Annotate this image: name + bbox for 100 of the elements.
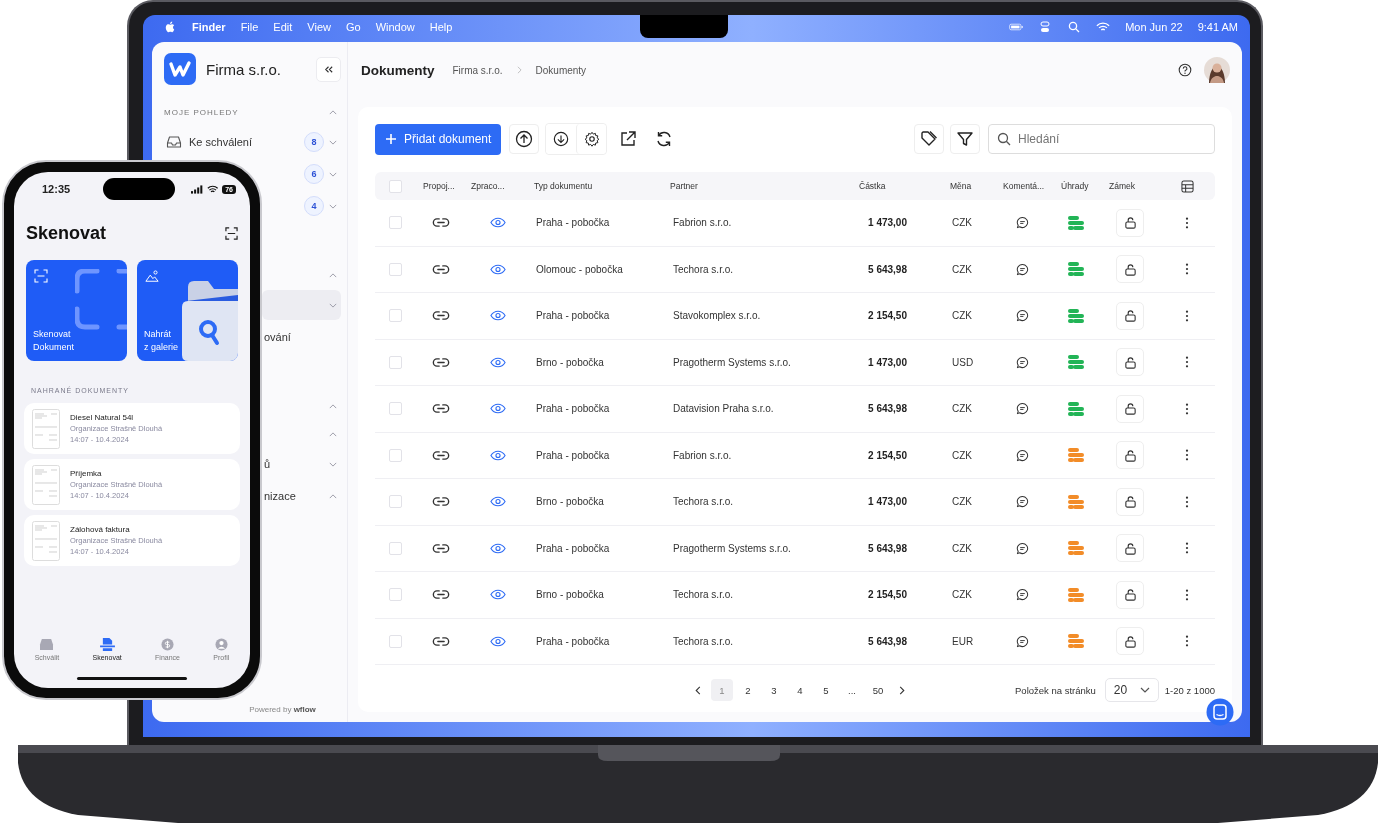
column-header[interactable]: Měna [911, 181, 997, 191]
eye-icon[interactable] [490, 403, 506, 415]
eye-icon[interactable] [490, 496, 506, 508]
row-checkbox[interactable] [388, 262, 402, 276]
previous-page-icon[interactable] [695, 685, 701, 695]
sidebar-item[interactable]: ování [262, 322, 341, 352]
comment-icon[interactable] [1016, 402, 1029, 416]
column-header[interactable]: Úhrady [1057, 181, 1105, 191]
page-button[interactable]: 2 [737, 679, 759, 701]
link-icon[interactable] [432, 542, 450, 554]
more-icon[interactable] [1185, 588, 1189, 601]
filter-button[interactable] [950, 124, 980, 154]
lock-button[interactable] [1116, 580, 1144, 609]
column-header[interactable]: Částka [819, 181, 911, 191]
page-button[interactable]: ... [841, 679, 863, 701]
comment-icon[interactable] [1016, 309, 1029, 323]
more-icon[interactable] [1185, 449, 1189, 462]
table-row[interactable]: Praha - pobočka Pragotherm Systems s.r.o. 5 643,98 CZK [375, 525, 1215, 572]
apple-icon[interactable] [163, 20, 177, 33]
comment-icon[interactable] [1016, 495, 1029, 509]
table-row[interactable]: Brno - pobočka Pragotherm Systems s.r.o. 1 473,00 USD [375, 339, 1215, 386]
column-header[interactable]: Zámek [1105, 181, 1159, 191]
menu-item[interactable]: View [307, 20, 331, 33]
table-row[interactable]: Praha - pobočka Fabrion s.r.o. 2 154,50 CZK [375, 432, 1215, 479]
eye-icon[interactable] [490, 589, 506, 601]
lock-button[interactable] [1116, 208, 1144, 237]
row-checkbox[interactable] [388, 402, 402, 416]
tag-button[interactable] [914, 124, 944, 154]
sidebar-item[interactable]: nizace [262, 481, 341, 511]
column-header[interactable]: Propoj... [415, 181, 467, 191]
menu-item[interactable]: File [240, 20, 259, 33]
link-icon[interactable] [432, 635, 450, 647]
page-button[interactable]: 4 [789, 679, 811, 701]
more-icon[interactable] [1185, 263, 1189, 276]
wifi-icon[interactable] [1096, 20, 1111, 33]
column-header[interactable]: Typ dokumentu [529, 181, 665, 191]
comment-icon[interactable] [1016, 216, 1029, 230]
more-icon[interactable] [1185, 495, 1189, 508]
table-row[interactable]: Praha - pobočka Datavision Praha s.r.o. 5 643,98 CZK [375, 386, 1215, 433]
more-icon[interactable] [1185, 635, 1189, 648]
menu-item[interactable]: Go [346, 20, 361, 33]
row-checkbox[interactable] [388, 588, 402, 602]
comment-icon[interactable] [1016, 448, 1029, 462]
lock-button[interactable] [1116, 301, 1144, 330]
page-button[interactable]: 3 [763, 679, 785, 701]
upload-button[interactable] [509, 124, 540, 154]
eye-icon[interactable] [490, 449, 506, 461]
link-icon[interactable] [432, 310, 450, 322]
sidebar-item[interactable]: 6 [262, 159, 341, 189]
row-checkbox[interactable] [388, 448, 402, 462]
row-checkbox[interactable] [388, 216, 402, 230]
table-row[interactable]: Olomouc - pobočka Techora s.r.o. 5 643,98 CZK [375, 246, 1215, 293]
comment-icon[interactable] [1016, 262, 1029, 276]
more-icon[interactable] [1185, 402, 1189, 415]
lock-button[interactable] [1116, 348, 1144, 377]
link-icon[interactable] [432, 449, 450, 461]
link-icon[interactable] [432, 356, 450, 368]
column-header[interactable]: Zpraco... [467, 181, 529, 191]
coins-icon[interactable] [1067, 261, 1085, 278]
row-checkbox[interactable] [388, 634, 402, 648]
eye-icon[interactable] [490, 542, 506, 554]
lock-button[interactable] [1116, 441, 1144, 470]
row-checkbox[interactable] [388, 541, 402, 555]
table-row[interactable]: Praha - pobočka Stavokomplex s.r.o. 2 154,50 CZK [375, 293, 1215, 340]
more-icon[interactable] [1185, 216, 1189, 229]
more-icon[interactable] [1185, 356, 1189, 369]
lock-button[interactable] [1116, 487, 1144, 516]
comment-icon[interactable] [1016, 634, 1029, 648]
avatar[interactable] [1204, 57, 1230, 83]
collapse-button[interactable] [316, 56, 341, 82]
column-header[interactable]: Komentá... [997, 181, 1057, 191]
coins-icon[interactable] [1067, 214, 1085, 231]
row-checkbox[interactable] [388, 355, 402, 369]
comment-icon[interactable] [1016, 541, 1029, 555]
comment-icon[interactable] [1016, 588, 1029, 602]
eye-icon[interactable] [490, 217, 506, 229]
more-icon[interactable] [1185, 309, 1189, 322]
coins-icon[interactable] [1067, 307, 1085, 324]
table-row[interactable]: Praha - pobočka Fabrion s.r.o. 1 473,00 CZK [375, 200, 1215, 247]
page-button[interactable]: 50 [867, 679, 889, 701]
scan-icon[interactable] [225, 226, 238, 240]
menu-date[interactable]: Mon Jun 22 [1125, 20, 1183, 33]
table-row[interactable]: Praha - pobočka Techora s.r.o. 5 643,98 EUR [375, 618, 1215, 665]
link-icon[interactable] [432, 217, 450, 229]
menu-item[interactable]: Finder [192, 20, 226, 33]
menu-clock[interactable]: 9:41 AM [1197, 20, 1238, 33]
table-row[interactable]: Brno - pobočka Techora s.r.o. 1 473,00 CZK [375, 479, 1215, 526]
sidebar-item[interactable]: 4 [262, 191, 341, 221]
eye-icon[interactable] [490, 310, 506, 322]
lock-button[interactable] [1116, 534, 1144, 563]
search-icon[interactable] [1067, 20, 1082, 33]
link-icon[interactable] [432, 589, 450, 601]
column-header[interactable]: Partner [665, 181, 819, 191]
link-icon[interactable] [432, 403, 450, 415]
search-field[interactable]: Hledání [988, 124, 1215, 154]
menu-item[interactable]: Edit [273, 20, 293, 33]
sidebar-item[interactable]: ů [262, 449, 341, 479]
sidebar-item[interactable]: Ke schválení 8 [164, 127, 341, 157]
lock-button[interactable] [1116, 627, 1144, 656]
page-button[interactable]: 5 [815, 679, 837, 701]
